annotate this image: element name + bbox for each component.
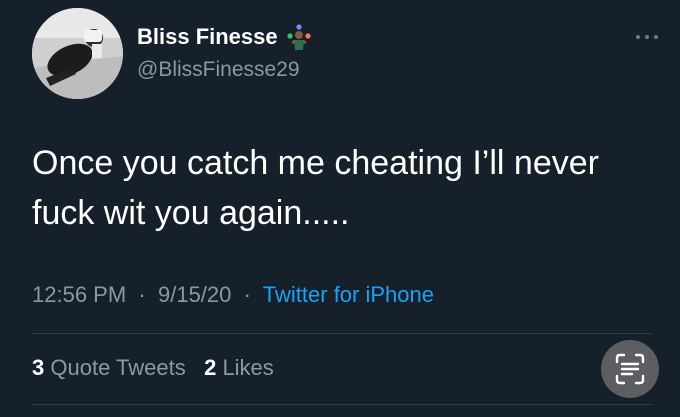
tweet-date: 9/15/20	[157, 282, 232, 307]
likes-link[interactable]: 2 Likes	[204, 355, 274, 380]
display-name-text: Bliss Finesse	[137, 24, 278, 49]
tweet-text: Once you catch me cheating I’ll never fu…	[32, 144, 599, 232]
tweet-card: Bliss Finesse @BlissFinesse29 Once you c…	[0, 0, 680, 417]
meta-separator: ·	[237, 282, 258, 307]
quote-tweets-label: Quote Tweets	[50, 355, 186, 380]
tweet-stats: 3 Quote Tweets 2 Likes	[32, 355, 274, 381]
divider	[32, 404, 652, 405]
display-name[interactable]: Bliss Finesse	[137, 24, 312, 56]
live-text-scan-button[interactable]	[601, 340, 659, 398]
juggler-emoji-icon	[286, 24, 312, 56]
more-options-icon[interactable]	[632, 30, 662, 42]
tweet-meta: 12:56 PM · 9/15/20 · Twitter for iPhone	[32, 282, 434, 308]
quote-tweets-count: 3	[32, 355, 45, 380]
tweet-time: 12:56 PM	[32, 282, 127, 307]
avatar[interactable]	[32, 8, 123, 99]
live-text-scan-icon	[615, 353, 645, 385]
likes-count: 2	[204, 355, 217, 380]
meta-separator: ·	[132, 282, 152, 307]
likes-label: Likes	[222, 355, 274, 380]
tweet-source-link[interactable]: Twitter for iPhone	[263, 282, 434, 307]
quote-tweets-link[interactable]: 3 Quote Tweets	[32, 355, 186, 380]
divider	[32, 333, 652, 334]
user-handle[interactable]: @BlissFinesse29	[137, 58, 300, 82]
